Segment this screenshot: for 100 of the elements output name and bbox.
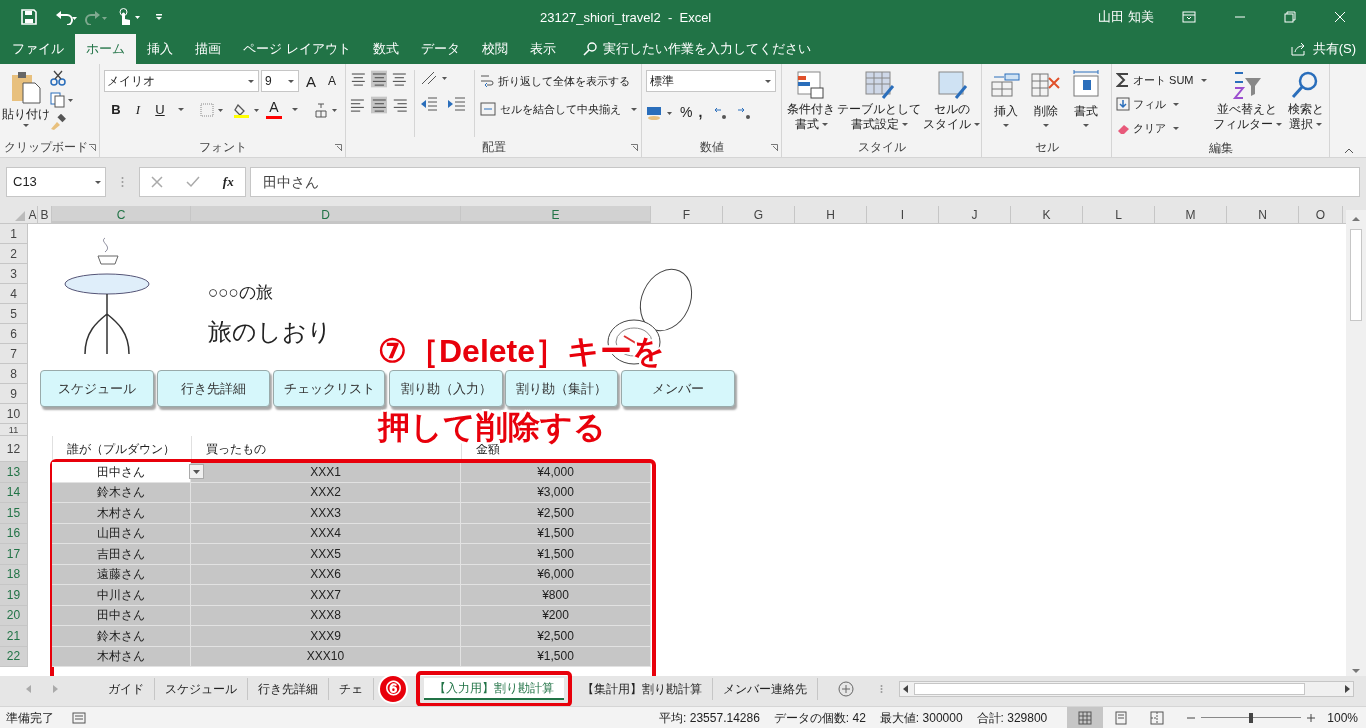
- column-header[interactable]: G: [723, 206, 795, 223]
- ribbon-tab[interactable]: 校閲: [470, 34, 519, 64]
- row-header[interactable]: 22: [0, 646, 28, 667]
- row-header[interactable]: 9: [0, 384, 28, 404]
- indent-icon[interactable]: [420, 96, 468, 112]
- font-color-button[interactable]: A: [266, 100, 282, 120]
- row-header[interactable]: 21: [0, 626, 28, 647]
- font-name-field[interactable]: メイリオ: [104, 70, 259, 92]
- nav-button[interactable]: メンバー: [621, 370, 735, 407]
- row-header[interactable]: 11: [0, 424, 28, 436]
- shrink-font-button[interactable]: A: [323, 75, 341, 87]
- ribbon-tab[interactable]: 数式: [361, 34, 410, 64]
- row-header[interactable]: 3: [0, 264, 28, 284]
- column-header[interactable]: H: [795, 206, 867, 223]
- row-header[interactable]: 12: [0, 436, 28, 462]
- sheet-tab[interactable]: チェ: [329, 678, 374, 700]
- nav-button[interactable]: スケジュール: [40, 370, 154, 407]
- dialog-launcher-icon[interactable]: [335, 144, 342, 151]
- ribbon-tab[interactable]: ページ レイアウト: [232, 34, 362, 64]
- customize-icon[interactable]: [155, 13, 163, 21]
- conditional-format-button[interactable]: 条件付き 書式: [786, 70, 836, 137]
- column-header[interactable]: F: [651, 206, 723, 223]
- scroll-up-icon[interactable]: [1352, 216, 1360, 221]
- percent-button[interactable]: %: [680, 102, 693, 123]
- comma-button[interactable]: ,: [698, 102, 703, 123]
- format-cells-button[interactable]: 書式: [1066, 70, 1106, 137]
- find-select-button[interactable]: 検索と 選択: [1287, 70, 1324, 138]
- ribbon-tab[interactable]: ファイル: [1, 34, 75, 64]
- zoom-in-icon[interactable]: [1307, 713, 1316, 722]
- bold-button[interactable]: B: [108, 100, 124, 120]
- row-header[interactable]: 19: [0, 585, 28, 606]
- fill-button[interactable]: フィル: [1116, 94, 1207, 114]
- format-table-button[interactable]: テーブルとして 書式設定: [836, 70, 922, 137]
- ribbon-tab[interactable]: 描画: [184, 34, 232, 64]
- name-box[interactable]: C13: [6, 167, 106, 197]
- number-format-field[interactable]: 標準: [646, 70, 776, 92]
- scissors-icon[interactable]: [50, 70, 66, 86]
- macro-record-icon[interactable]: [72, 711, 86, 724]
- insert-function-button[interactable]: fx: [222, 172, 234, 192]
- paste-button[interactable]: 貼り付け: [4, 70, 48, 137]
- column-header[interactable]: L: [1083, 206, 1155, 223]
- check-icon[interactable]: [186, 176, 201, 188]
- column-header[interactable]: M: [1155, 206, 1227, 223]
- align-center-icon[interactable]: [370, 96, 388, 114]
- sort-filter-button[interactable]: 並べ替えと フィルター: [1212, 70, 1282, 138]
- column-header[interactable]: O: [1299, 206, 1343, 223]
- ribbon-tab[interactable]: データ: [409, 34, 471, 64]
- nav-button[interactable]: 行き先詳細: [157, 370, 270, 407]
- delete-cells-button[interactable]: 削除: [1026, 70, 1066, 137]
- share-button[interactable]: 共有(S): [1312, 39, 1356, 59]
- row-header[interactable]: 15: [0, 503, 28, 524]
- sheet-tab[interactable]: ガイド: [98, 678, 155, 700]
- horizontal-scrollbar[interactable]: [899, 681, 1354, 697]
- align-right-icon[interactable]: [391, 96, 408, 114]
- dialog-launcher-icon[interactable]: [89, 144, 96, 151]
- row-header[interactable]: 13: [0, 462, 28, 483]
- phonetic-icon[interactable]: [314, 101, 338, 118]
- undo-icon[interactable]: [55, 9, 77, 25]
- font-size-field[interactable]: 9: [261, 70, 299, 92]
- borders-icon[interactable]: [200, 102, 224, 117]
- cancel-icon[interactable]: [151, 176, 164, 188]
- autosum-button[interactable]: オート SUM: [1116, 70, 1207, 90]
- formula-field[interactable]: 田中さん: [250, 167, 1360, 197]
- row-header[interactable]: 1: [0, 224, 28, 244]
- wrap-text-button[interactable]: 折り返して全体を表示する: [480, 70, 637, 92]
- save-icon[interactable]: [21, 9, 37, 25]
- scrollbar-thumb[interactable]: [1350, 229, 1362, 321]
- row-header[interactable]: 18: [0, 564, 28, 585]
- row-header[interactable]: 8: [0, 364, 28, 384]
- zoom-slider[interactable]: [1201, 712, 1302, 723]
- touch-icon[interactable]: [117, 8, 141, 26]
- add-sheet-icon[interactable]: [838, 681, 854, 697]
- nav-button[interactable]: チェックリスト: [273, 370, 385, 407]
- cell-styles-button[interactable]: セルの スタイル: [922, 70, 981, 137]
- restore-icon[interactable]: [1284, 11, 1296, 23]
- sheet-tab[interactable]: 【入力用】割り勘計算: [424, 678, 564, 700]
- currency-icon[interactable]: [646, 104, 674, 121]
- top-align-icon[interactable]: [350, 70, 367, 88]
- tell-me-field[interactable]: 実行したい作業を入力してください: [602, 39, 811, 59]
- column-header[interactable]: C: [52, 206, 191, 223]
- close-icon[interactable]: [1334, 11, 1346, 23]
- nav-button[interactable]: 割り勘（入力）: [389, 370, 503, 407]
- normal-view-button[interactable]: [1067, 707, 1104, 728]
- orientation-icon[interactable]: [420, 70, 448, 86]
- sheet-tab[interactable]: スケジュール: [155, 678, 248, 700]
- merge-center-button[interactable]: セルを結合して中央揃え: [480, 98, 637, 120]
- row-header[interactable]: 4: [0, 284, 28, 304]
- scroll-right-icon[interactable]: [1345, 685, 1350, 693]
- row-header[interactable]: 20: [0, 605, 28, 626]
- insert-cells-button[interactable]: 挿入: [986, 70, 1026, 137]
- row-header[interactable]: 6: [0, 324, 28, 344]
- underline-button[interactable]: U: [152, 100, 168, 120]
- column-header[interactable]: A: [28, 206, 38, 223]
- row-header[interactable]: 2: [0, 244, 28, 264]
- scroll-down-icon[interactable]: [1352, 669, 1360, 674]
- dialog-launcher-icon[interactable]: [631, 144, 638, 151]
- ribbon-tab[interactable]: ホーム: [75, 34, 136, 64]
- ribbon-tab[interactable]: 挿入: [136, 34, 184, 64]
- row-header[interactable]: 17: [0, 544, 28, 565]
- ribbon-tab[interactable]: 表示: [518, 34, 567, 64]
